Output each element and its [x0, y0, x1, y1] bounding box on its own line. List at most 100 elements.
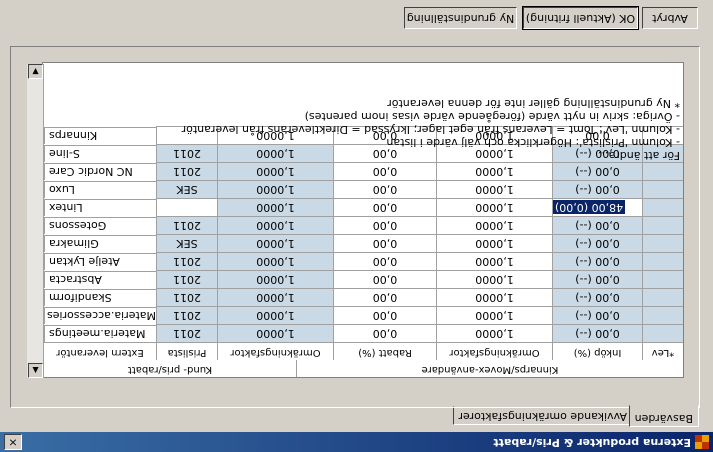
cell-omrakningsfaktor-1[interactable]: 1,0000 [436, 288, 552, 306]
cell-inkop[interactable]: 48,00 (0,00) [552, 198, 642, 216]
cell-rabatt[interactable]: 0,00 [333, 234, 436, 252]
cell-prislista[interactable] [156, 198, 217, 216]
cell-omrakningsfaktor-1[interactable]: 1,0000 [436, 324, 552, 342]
table-row[interactable]: 0,00 (--) 1,0000 0,00 1,0000 SEK Glimakra [43, 234, 683, 252]
table-row[interactable]: 48,00 (0,00) 1,0000 0,00 1,0000 Lintex [43, 198, 683, 216]
cell-omrakningsfaktor-2[interactable]: 1,0000 [217, 252, 333, 270]
cell-rabatt[interactable]: 0,00 [333, 162, 436, 180]
cell-rabatt[interactable]: 0,00 [333, 288, 436, 306]
col-header-prislista[interactable]: Prislista [156, 342, 217, 360]
cell-omrakningsfaktor-1[interactable]: 1,0000 [436, 270, 552, 288]
cell-extern-leverantor[interactable]: Materia.accessories [44, 307, 156, 324]
cell-prislista[interactable]: 2011 [156, 252, 217, 270]
cell-inkop[interactable]: 0,00 (--) [552, 306, 642, 324]
col-header-inkop[interactable]: Inköp (%) [552, 342, 642, 360]
cancel-button[interactable]: Avbryt [642, 7, 698, 29]
cell-omrakningsfaktor-2[interactable]: 1,0000 [217, 324, 333, 342]
cell-prislista[interactable]: 2011 [156, 324, 217, 342]
scroll-up-arrow-icon[interactable]: ▲ [28, 363, 43, 378]
cell-inkop[interactable]: 0,00 (--) [552, 180, 642, 198]
table-row[interactable]: 0,00 (--) 1,0000 0,00 1,0000 2011 Materia.mee… [43, 324, 683, 342]
cell-extern-leverantor[interactable]: Kinnarps [44, 127, 156, 144]
cell-lev[interactable] [642, 270, 683, 288]
cell-lev[interactable] [642, 252, 683, 270]
cell-inkop[interactable]: 0,00 (--) [552, 162, 642, 180]
vertical-scrollbar[interactable]: ▲ ▼ [27, 64, 44, 378]
table-row[interactable]: 0,00 (--) 1,0000 0,00 1,0000 2011 NC Nordic C… [43, 162, 683, 180]
cell-inkop[interactable]: 0,00 (--) [552, 288, 642, 306]
cell-lev[interactable] [642, 180, 683, 198]
cell-omrakningsfaktor-1[interactable]: 1,0000 [436, 306, 552, 324]
cell-inkop[interactable]: 0,00 (--) [552, 216, 642, 234]
table-row[interactable]: 0,00 (--) 1,0000 0,00 1,0000 2011 Gotessons [43, 216, 683, 234]
new-default-button[interactable]: Ny grundinställning [404, 7, 517, 29]
cell-extern-leverantor[interactable]: Abstracta [44, 271, 156, 288]
close-button[interactable]: × [4, 434, 22, 450]
cell-extern-leverantor[interactable]: S-line [44, 145, 156, 162]
cell-omrakningsfaktor-1[interactable]: 1,0000 [436, 180, 552, 198]
col-header-omrakningsfaktor-1[interactable]: Omräkningsfaktor [436, 342, 552, 360]
cell-rabatt[interactable]: 0,00 [333, 180, 436, 198]
cell-lev[interactable] [642, 324, 683, 342]
cell-inkop[interactable]: 0,00 (--) [552, 252, 642, 270]
cell-lev[interactable] [642, 198, 683, 216]
cell-omrakningsfaktor-2[interactable]: 1,0000 [217, 162, 333, 180]
cell-omrakningsfaktor-1[interactable]: 1,0000 [436, 234, 552, 252]
cell-extern-leverantor[interactable]: Atelje Lyktan [44, 253, 156, 270]
col-header-rabatt[interactable]: Rabatt (%) [333, 342, 436, 360]
cell-lev[interactable] [642, 216, 683, 234]
cell-lev[interactable] [642, 162, 683, 180]
table-row[interactable]: 0,00 (--) 1,0000 0,00 1,0000 2011 Abstracta [43, 270, 683, 288]
cell-extern-leverantor[interactable]: Lintex [44, 199, 156, 216]
cell-extern-leverantor[interactable]: Skandiform [44, 289, 156, 306]
ok-button[interactable]: OK (Aktuell fritning) [522, 6, 639, 30]
table-row[interactable]: 0,00 (--) 1,0000 0,00 1,0000 2011 Atelje Lykt… [43, 252, 683, 270]
cell-omrakningsfaktor-2[interactable]: 1,0000 [217, 180, 333, 198]
cell-lev[interactable] [642, 306, 683, 324]
cell-omrakningsfaktor-2[interactable]: 1,0000 [217, 270, 333, 288]
cell-prislista[interactable]: 2011 [156, 216, 217, 234]
cell-omrakningsfaktor-2[interactable]: 1,0000 [217, 234, 333, 252]
cell-rabatt[interactable]: 0,00 [333, 198, 436, 216]
cell-inkop[interactable]: 0,00 (--) [552, 324, 642, 342]
cell-extern-leverantor[interactable]: Luxo [44, 181, 156, 198]
cell-omrakningsfaktor-2[interactable]: 1,0000 [217, 216, 333, 234]
col-header-lev[interactable]: *Lev [642, 342, 683, 360]
cell-omrakningsfaktor-1[interactable]: 1,0000 [436, 198, 552, 216]
cell-omrakningsfaktor-1[interactable]: 1,0000 [436, 162, 552, 180]
cell-prislista[interactable]: 2011 [156, 162, 217, 180]
cell-extern-leverantor[interactable]: Glimakra [44, 235, 156, 252]
col-header-omrakningsfaktor-2[interactable]: Omräkningsfaktor [217, 342, 333, 360]
cell-omrakningsfaktor-2[interactable]: 1,0000 [217, 198, 333, 216]
cell-lev[interactable] [642, 288, 683, 306]
scroll-down-arrow-icon[interactable]: ▼ [28, 64, 43, 79]
cell-prislista[interactable]: 2011 [156, 306, 217, 324]
tab-basvarden[interactable]: Basvärden [628, 405, 699, 427]
cell-extern-leverantor[interactable]: NC Nordic Care [44, 163, 156, 180]
selected-value[interactable]: 48,00 (0,00) [553, 200, 626, 214]
title-bar[interactable]: Externa produkter & Pris/rabatt × [0, 432, 713, 452]
cell-extern-leverantor[interactable]: Materia.meetings [44, 325, 156, 342]
cell-prislista[interactable]: 2011 [156, 288, 217, 306]
cell-prislista[interactable]: SEK [156, 180, 217, 198]
cell-extern-leverantor[interactable]: Gotessons [44, 217, 156, 234]
cell-inkop[interactable]: 0,00 (--) [552, 234, 642, 252]
cell-rabatt[interactable]: 0,00 [333, 324, 436, 342]
cell-prislista[interactable]: 2011 [156, 270, 217, 288]
cell-omrakningsfaktor-2[interactable]: 1,0000 [217, 288, 333, 306]
col-header-extern-leverantor[interactable]: Extern leverantör [43, 342, 156, 360]
tab-avvikande-omrakningsfaktorer[interactable]: Avvikande omräkningsfaktorer [452, 406, 633, 425]
table-row[interactable]: 0,00 (--) 1,0000 0,00 1,0000 2011 Skandiform [43, 288, 683, 306]
cell-lev[interactable] [642, 234, 683, 252]
cell-omrakningsfaktor-1[interactable]: 1,0000 [436, 216, 552, 234]
cell-inkop[interactable]: 0,00 (--) [552, 270, 642, 288]
table-row[interactable]: 0,00 (--) 1,0000 0,00 1,0000 2011 Materia.acc… [43, 306, 683, 324]
cell-rabatt[interactable]: 0,00 [333, 270, 436, 288]
table-row[interactable]: 0,00 (--) 1,0000 0,00 1,0000 SEK Luxo [43, 180, 683, 198]
cell-rabatt[interactable]: 0,00 [333, 216, 436, 234]
cell-prislista[interactable]: SEK [156, 234, 217, 252]
cell-rabatt[interactable]: 0,00 [333, 306, 436, 324]
cell-omrakningsfaktor-1[interactable]: 1,0000 [436, 252, 552, 270]
cell-omrakningsfaktor-2[interactable]: 1,0000 [217, 306, 333, 324]
cell-rabatt[interactable]: 0,00 [333, 252, 436, 270]
